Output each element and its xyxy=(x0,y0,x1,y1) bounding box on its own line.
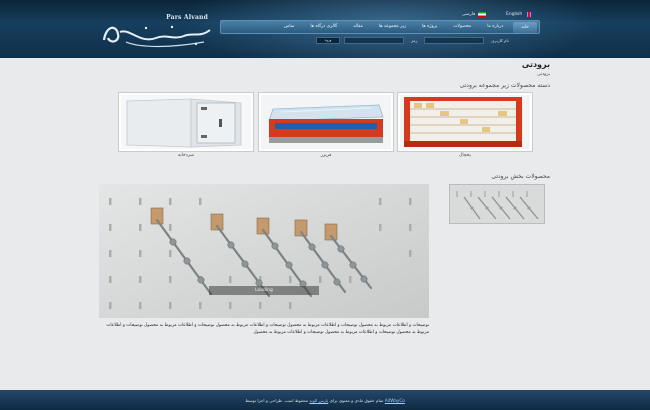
subcategory-card-refrigerator[interactable] xyxy=(397,92,533,152)
subcategories-heading: دسته محصولات زیر مجموعه برودتی xyxy=(459,82,550,89)
password-label: رمز xyxy=(411,38,418,43)
freezer-image xyxy=(261,95,391,149)
site-footer: تمام حقوق مادی و معنوی برای پارس الوند م… xyxy=(0,390,650,410)
language-persian-link[interactable]: فارسی xyxy=(462,12,487,17)
site-logo[interactable]: Pars Alvand xyxy=(100,14,216,48)
nav-item-contact[interactable]: تماس xyxy=(276,21,302,33)
iran-flag-icon xyxy=(478,12,487,17)
language-english-link[interactable]: English xyxy=(506,12,534,17)
footer-text-middle: محفوظ است. طراحی و اجرا توسط xyxy=(245,398,309,403)
login-button[interactable]: ورود xyxy=(316,37,340,44)
language-english-label: English xyxy=(506,12,523,17)
breadcrumb[interactable]: برودتی xyxy=(537,72,550,77)
nav-item-projects[interactable]: پروژه ها xyxy=(414,21,445,33)
cold-room-image xyxy=(121,95,251,149)
subcategory-caption-refrigerator[interactable]: یخچال xyxy=(397,153,533,158)
logo-calligraphy-icon xyxy=(102,25,211,48)
subcategory-card-cold-room[interactable] xyxy=(118,92,254,152)
footer-company-link[interactable]: پارس الوند xyxy=(309,398,328,403)
nav-item-gallery[interactable]: گالری درگاه ها xyxy=(302,21,345,33)
uk-flag-icon xyxy=(525,12,534,17)
nav-item-about[interactable]: درباره ما xyxy=(479,21,511,33)
username-field[interactable] xyxy=(424,37,485,44)
password-field[interactable] xyxy=(344,37,404,44)
page-title: برودتی xyxy=(521,60,550,69)
main-nav: خانه درباره ما محصولات پروژه ها زیر مجمو… xyxy=(220,20,540,34)
language-persian-label: فارسی xyxy=(462,12,476,17)
nav-item-subsidiaries[interactable]: زیر مجموعه ها xyxy=(371,21,414,33)
subcategory-card-freezer[interactable] xyxy=(258,92,394,152)
footer-copyright: تمام حقوق مادی و معنوی برای پارس الوند م… xyxy=(0,398,650,403)
products-heading: محصولات بخش برودتی xyxy=(491,173,550,180)
nav-item-home[interactable]: خانه xyxy=(513,21,537,33)
site-header: Pars Alvand English فارسی خانه درباره ما… xyxy=(0,0,650,58)
footer-text-before: تمام حقوق مادی و معنوی برای xyxy=(329,398,384,403)
subcategory-caption-cold-room[interactable]: سردخانه xyxy=(118,153,254,158)
loading-indicator: Loading xyxy=(209,286,319,295)
login-form: ورود رمز نام کاربری xyxy=(316,37,512,44)
nav-item-articles[interactable]: مقاله xyxy=(345,21,371,33)
username-label: نام کاربری xyxy=(491,38,509,43)
footer-designer-link[interactable]: AitWayCo xyxy=(385,398,405,403)
product-thumbnail[interactable] xyxy=(449,184,545,224)
product-main-image[interactable]: Loading xyxy=(99,184,429,318)
refrigerator-image xyxy=(400,95,530,149)
nav-item-products[interactable]: محصولات xyxy=(445,21,479,33)
subcategory-caption-freezer[interactable]: فریزر xyxy=(258,153,394,158)
product-description: توضیحات و اطلاعات مربوط به محصول توضیحات… xyxy=(106,323,429,335)
